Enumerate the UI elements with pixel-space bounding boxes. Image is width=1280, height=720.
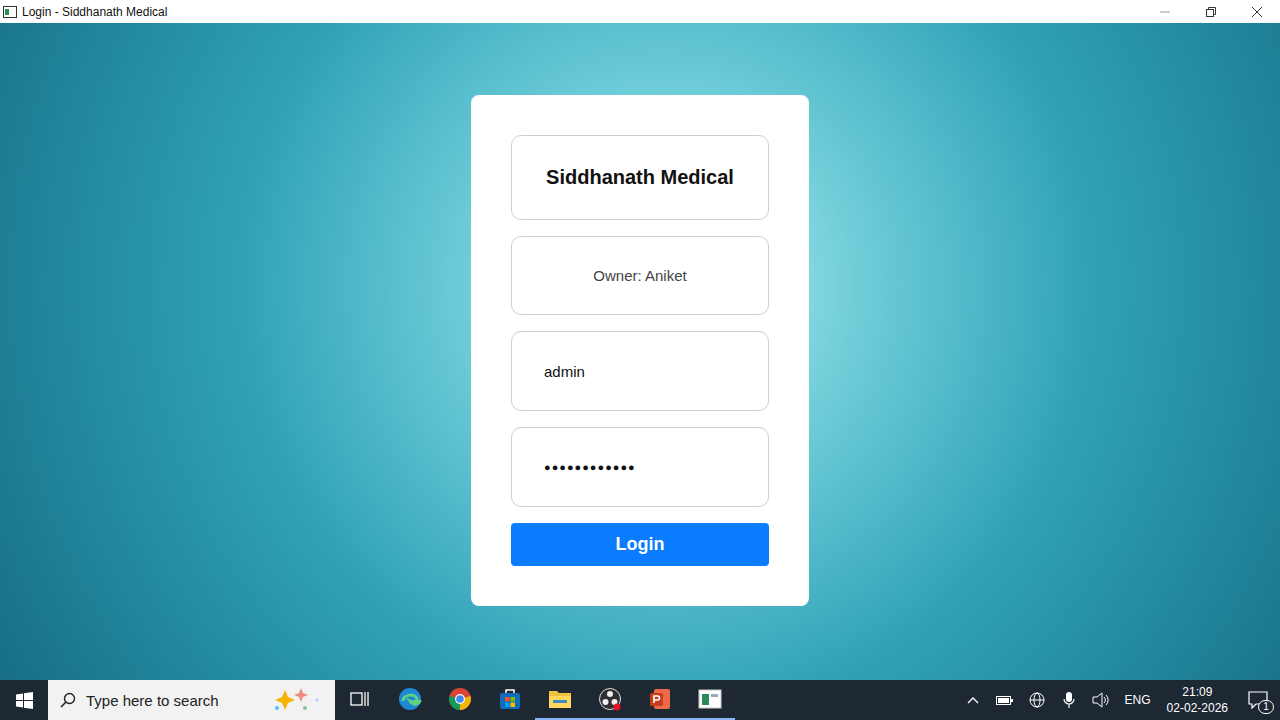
sparkle-icon [271,686,329,714]
close-button[interactable] [1234,0,1280,23]
task-view-icon [350,690,370,708]
clock-time: 21:09 [1182,684,1212,700]
battery-icon [996,694,1014,706]
show-hidden-icons-button[interactable] [957,680,989,720]
microphone-button[interactable] [1053,680,1085,720]
clock-date: 02-02-2026 [1167,700,1228,716]
taskbar-app[interactable] [485,680,535,720]
taskbar-app[interactable] [535,680,585,720]
volume-button[interactable] [1085,680,1117,720]
taskbar-app[interactable] [435,680,485,720]
window-app-icon [3,6,17,18]
restore-button[interactable] [1188,0,1234,23]
store-icon [498,687,522,711]
shop-title: Siddhanath Medical [511,135,769,220]
login-background: Siddhanath Medical Owner: Aniket admin ●… [0,23,1280,680]
start-button[interactable] [0,680,48,720]
taskbar-app[interactable] [585,680,635,720]
taskbar-app[interactable] [635,680,685,720]
windows-icon [16,692,33,709]
battery-button[interactable] [989,680,1021,720]
file-explorer-icon [548,688,572,710]
search-box[interactable]: Type here to search [48,680,335,720]
minimize-icon [1160,7,1170,17]
login-card: Siddhanath Medical Owner: Aniket admin ●… [471,95,809,606]
close-icon [1252,7,1262,17]
taskbar-app[interactable] [685,680,735,720]
powerpoint-icon [648,687,672,711]
language-indicator[interactable]: ENG [1117,693,1159,707]
chrome-icon [448,687,472,711]
speaker-icon [1092,692,1110,708]
title-bar: Login - Siddhanath Medical [0,0,1280,23]
clock[interactable]: 21:09 02-02-2026 [1159,684,1236,716]
password-field[interactable]: ●●●●●●●●●●●● [511,427,769,507]
restore-icon [1206,7,1216,17]
application-icon [698,689,722,709]
taskbar-app[interactable] [335,680,385,720]
search-placeholder: Type here to search [86,692,219,709]
globe-icon [1029,692,1045,708]
obs-icon [598,687,622,711]
chevron-up-icon [967,696,979,704]
username-field[interactable]: admin [511,331,769,411]
owner-label: Owner: Aniket [511,236,769,315]
edge-icon [398,687,422,711]
taskbar: Type here to search ENG 21:09 02-02-2026… [0,680,1280,720]
screen: Login - Siddhanath Medical Siddhanath Me… [0,0,1280,720]
minimize-button[interactable] [1142,0,1188,23]
search-icon [60,692,76,708]
microphone-icon [1063,691,1075,709]
system-tray: ENG 21:09 02-02-2026 1 [957,680,1280,720]
login-button[interactable]: Login [511,523,769,566]
window-title: Login - Siddhanath Medical [22,5,167,19]
taskbar-app[interactable] [385,680,435,720]
notifications-button[interactable]: 1 [1236,680,1280,720]
network-button[interactable] [1021,680,1053,720]
notification-count: 1 [1258,700,1274,714]
